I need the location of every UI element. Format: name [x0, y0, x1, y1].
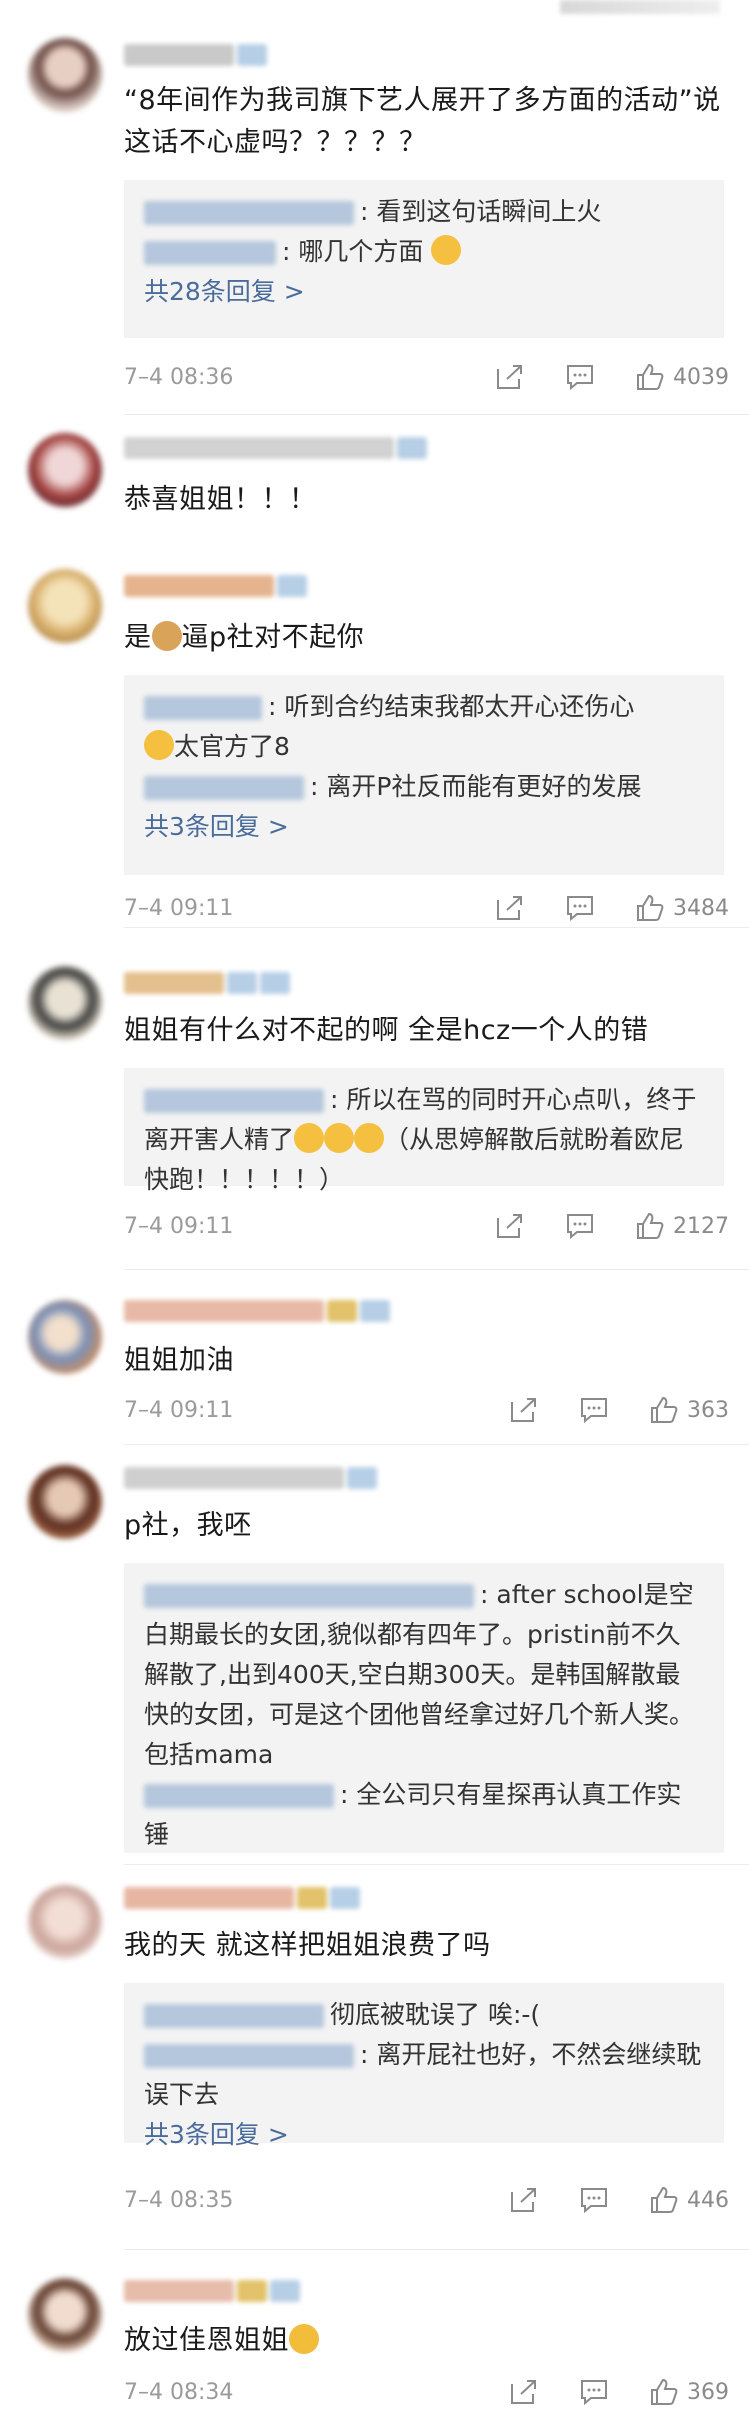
- reply-icon[interactable]: [579, 1396, 609, 1424]
- like-count: 2127: [673, 1213, 729, 1239]
- like-button[interactable]: 3484: [635, 894, 729, 922]
- like-count: 363: [687, 1397, 729, 1423]
- comment-item: 我的天 就这样把姐姐浪费了吗 彻底被耽误了 唉:-( : 离开屁社也好，不然会继…: [0, 1865, 749, 2250]
- comment-item: 姐姐有什么对不起的啊 全是hcz一个人的错 : 所以在骂的同时开心点叭，终于离开…: [0, 928, 749, 1270]
- timestamp: 7–4 08:36: [124, 364, 234, 390]
- username[interactable]: [124, 1300, 390, 1324]
- reply-item: : 离开屁社也好，不然会继续耽误下去: [144, 2040, 702, 2109]
- like-icon: [651, 2378, 678, 2405]
- comment-item: p社，我呸 : after school是空白期最长的女团,貌似都有四年了。pr…: [0, 1445, 749, 1865]
- comment-text: 恭喜姐姐！！！: [124, 484, 317, 515]
- more-replies-link[interactable]: 共3条回复 >: [144, 2115, 704, 2155]
- like-button[interactable]: 446: [649, 2186, 729, 2214]
- more-replies-link[interactable]: 共3条回复 >: [144, 807, 704, 847]
- reply-icon[interactable]: [565, 894, 595, 922]
- comment-text: 姐姐加油: [124, 1345, 234, 1376]
- comment-item: 恭喜姐姐！！！: [0, 415, 749, 545]
- reply-box[interactable]: : 所以在骂的同时开心点叭，终于离开害人精了 （从思婷解散后就盼着欧尼快跑！！！！…: [124, 1068, 724, 1194]
- like-button[interactable]: 2127: [635, 1212, 729, 1240]
- username[interactable]: [124, 44, 267, 68]
- reply-box[interactable]: : after school是空白期最长的女团,貌似都有四年了。pristin前…: [124, 1563, 724, 1853]
- comment-meta: 7–4 09:11 3484: [124, 888, 729, 928]
- comment-meta: 7–4 08:35 446: [124, 2180, 729, 2220]
- reply-icon[interactable]: [565, 363, 595, 391]
- timestamp: 7–4 09:11: [124, 1213, 234, 1239]
- reply-icon[interactable]: [579, 2378, 609, 2406]
- comment-text: 我的天 就这样把姐姐浪费了吗: [124, 1930, 491, 1961]
- reply-item: : 全公司只有星探再认真工作实锤: [144, 1780, 682, 1849]
- comment-meta: 7–4 09:11 363: [124, 1390, 729, 1430]
- username[interactable]: [124, 1467, 377, 1491]
- share-icon[interactable]: [495, 1212, 525, 1240]
- like-count: 3484: [673, 895, 729, 921]
- username[interactable]: [124, 575, 307, 599]
- timestamp: 7–4 09:11: [124, 895, 234, 921]
- reply-icon[interactable]: [565, 1212, 595, 1240]
- avatar[interactable]: [28, 38, 102, 112]
- share-icon[interactable]: [495, 363, 525, 391]
- avatar[interactable]: [28, 1885, 102, 1959]
- username[interactable]: [124, 2280, 300, 2304]
- avatar[interactable]: [28, 2278, 102, 2352]
- share-icon[interactable]: [509, 2378, 539, 2406]
- timestamp: 7–4 08:34: [124, 2379, 234, 2405]
- like-icon: [637, 363, 664, 390]
- avatar[interactable]: [28, 966, 102, 1040]
- avatar[interactable]: [28, 433, 102, 507]
- reply-item: : 看到这句话瞬间上火: [144, 192, 704, 232]
- crying-emoji-icon: [294, 1123, 325, 1153]
- like-count: 369: [687, 2379, 729, 2405]
- comment-item: 放过佳恩姐姐 7–4 08:34 369: [0, 2250, 749, 2425]
- share-icon[interactable]: [509, 2186, 539, 2214]
- username[interactable]: [124, 1887, 360, 1911]
- laughing-emoji-icon: [144, 730, 174, 760]
- like-icon: [637, 894, 664, 921]
- comment-item: “8年间作为我司旗下艺人展开了多方面的活动”说这话不心虚吗？？？？？ : 看到这…: [0, 0, 749, 415]
- username[interactable]: [124, 972, 290, 996]
- comment-text: p社，我呸: [124, 1510, 252, 1541]
- username[interactable]: [124, 437, 427, 461]
- comment-item: 是逼p社对不起你 : 听到合约结束我都太开心还伤心 太官方了8 : 离开P社反而能…: [0, 545, 749, 928]
- crying-emoji-icon: [289, 2324, 319, 2354]
- crying-emoji-icon: [324, 1123, 355, 1153]
- reply-item: : 所以在骂的同时开心点叭，终于离开害人精了 （从思婷解散后就盼着欧尼快跑！！！！…: [144, 1085, 697, 1194]
- comment-meta: 7–4 08:34 369: [124, 2372, 729, 2412]
- reply-box[interactable]: : 看到这句话瞬间上火 : 哪几个方面 共28条回复 >: [124, 180, 724, 338]
- like-icon: [637, 1212, 664, 1239]
- reply-box[interactable]: : 听到合约结束我都太开心还伤心 太官方了8 : 离开P社反而能有更好的发展 共3…: [124, 675, 724, 875]
- crying-emoji-icon: [354, 1123, 385, 1153]
- more-replies-link[interactable]: 共28条回复 >: [144, 272, 704, 312]
- avatar[interactable]: [28, 1465, 102, 1539]
- reply-item: : 离开P社反而能有更好的发展: [144, 767, 704, 807]
- dog-emoji-icon: [151, 621, 182, 651]
- share-icon[interactable]: [495, 894, 525, 922]
- reply-box[interactable]: 彻底被耽误了 唉:-( : 离开屁社也好，不然会继续耽误下去 共3条回复 >: [124, 1983, 724, 2149]
- comment-text: 姐姐有什么对不起的啊 全是hcz一个人的错: [124, 1015, 649, 1046]
- reply-icon[interactable]: [579, 2186, 609, 2214]
- like-icon: [651, 1396, 678, 1423]
- avatar[interactable]: [28, 1300, 102, 1374]
- timestamp: 7–4 09:11: [124, 1397, 234, 1423]
- reply-item: : 哪几个方面: [144, 232, 704, 272]
- like-button[interactable]: 369: [649, 2378, 729, 2406]
- like-count: 446: [687, 2187, 729, 2213]
- like-button[interactable]: 363: [649, 1396, 729, 1424]
- timestamp: 7–4 08:35: [124, 2187, 234, 2213]
- reply-item: 彻底被耽误了 唉:-(: [144, 1995, 704, 2035]
- like-icon: [651, 2186, 678, 2213]
- share-icon[interactable]: [509, 1396, 539, 1424]
- comment-text: 放过佳恩姐姐: [124, 2320, 721, 2362]
- comment-text: 是逼p社对不起你: [124, 621, 365, 653]
- like-button[interactable]: 4039: [635, 363, 729, 391]
- reply-item: : after school是空白期最长的女团,貌似都有四年了。pristin前…: [144, 1580, 695, 1769]
- cut-off-content: [560, 0, 720, 14]
- like-count: 4039: [673, 364, 729, 390]
- smile-emoji-icon: [431, 235, 462, 265]
- comment-meta: 7–4 08:36 4039: [124, 357, 729, 397]
- avatar[interactable]: [28, 569, 102, 643]
- comment-meta: 7–4 09:11 2127: [124, 1206, 729, 1246]
- reply-item: : 听到合约结束我都太开心还伤心 太官方了8: [144, 687, 704, 767]
- comment-item: 姐姐加油 7–4 09:11 363: [0, 1270, 749, 1445]
- comment-text: “8年间作为我司旗下艺人展开了多方面的活动”说这话不心虚吗？？？？？: [124, 85, 721, 158]
